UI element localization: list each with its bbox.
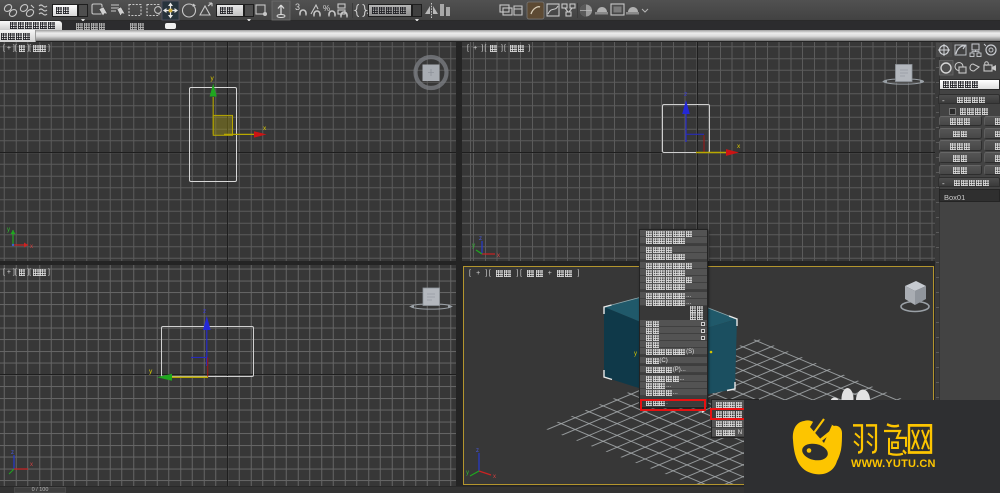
svg-text:y: y bbox=[211, 75, 215, 82]
svg-text:x: x bbox=[30, 462, 33, 468]
svg-text:z: z bbox=[203, 308, 206, 315]
svg-text:x: x bbox=[497, 253, 500, 259]
svg-text:x: x bbox=[263, 125, 267, 132]
svg-text:x: x bbox=[30, 244, 33, 250]
svg-text:y: y bbox=[7, 227, 10, 233]
svg-text:y: y bbox=[149, 368, 153, 375]
svg-text:z: z bbox=[11, 450, 14, 456]
svg-text:x: x bbox=[737, 143, 741, 150]
svg-text:3: 3 bbox=[295, 2, 300, 12]
svg-text:y: y bbox=[466, 470, 469, 476]
svg-text:z: z bbox=[479, 236, 482, 242]
svg-text:z: z bbox=[476, 448, 479, 454]
svg-text:x: x bbox=[493, 474, 496, 480]
svg-text:y: y bbox=[634, 351, 637, 357]
svg-text:y: y bbox=[472, 243, 475, 249]
svg-text:z: z bbox=[684, 91, 687, 98]
